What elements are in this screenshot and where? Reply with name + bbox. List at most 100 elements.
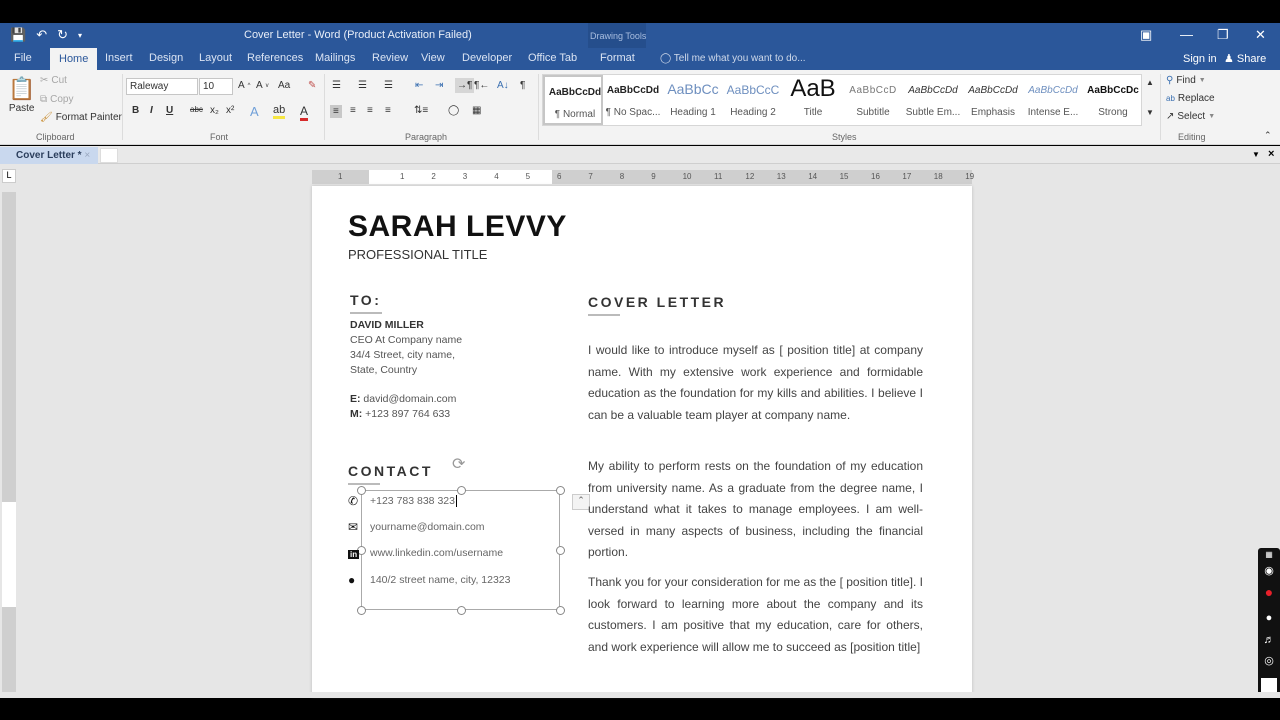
contact-phone[interactable]: ✆ +123 783 838 323 — [348, 494, 457, 508]
save-icon[interactable]: 💾 — [10, 27, 26, 43]
rotate-handle-icon[interactable]: ⟳ — [452, 454, 465, 474]
restore-icon[interactable]: ❐ — [1217, 27, 1229, 43]
document-page[interactable]: SARAH LEVVY PROFESSIONAL TITLE TO: DAVID… — [312, 186, 972, 696]
speaker-icon[interactable]: ♬ — [1261, 634, 1277, 646]
line-spacing-icon[interactable]: ⇅≡ — [414, 105, 428, 116]
sign-in-link[interactable]: Sign in — [1183, 53, 1217, 65]
style-strong[interactable]: AaBbCcDc Strong — [1083, 75, 1143, 125]
doc-tab-cover-letter[interactable]: Cover Letter * × — [0, 147, 98, 164]
resize-handle[interactable] — [556, 486, 565, 495]
contact-linkedin[interactable]: in www.linkedin.com/username — [348, 546, 503, 560]
tab-developer[interactable]: Developer — [462, 52, 512, 64]
shading-icon[interactable]: ◯ — [448, 105, 459, 116]
font-size-select[interactable]: 10 — [199, 78, 233, 95]
webcam-icon[interactable]: ◎ — [1261, 654, 1277, 667]
justify-icon[interactable]: ≡ — [385, 105, 391, 116]
format-painter-button[interactable]: 🖌 Format Painter — [40, 112, 122, 123]
borders-icon[interactable]: ▦ — [472, 105, 481, 116]
numbering-icon[interactable]: ☰ — [358, 80, 367, 91]
style-normal[interactable]: AaBbCcDd ¶ Normal — [543, 75, 603, 125]
select-button[interactable]: ↗ Select ▼ — [1166, 111, 1215, 122]
tab-review[interactable]: Review — [372, 52, 408, 64]
tab-layout[interactable]: Layout — [199, 52, 232, 64]
resize-handle[interactable] — [556, 546, 565, 555]
tab-office-tab[interactable]: Office Tab — [528, 52, 577, 64]
tab-file[interactable]: File — [14, 52, 32, 64]
customize-icon[interactable]: ▾ — [78, 31, 82, 40]
minimize-icon[interactable]: — — [1180, 27, 1193, 42]
increase-indent-icon[interactable]: ⇥ — [435, 80, 443, 91]
close-doc-icon[interactable]: × — [1268, 148, 1274, 160]
align-center-icon[interactable]: ≡ — [350, 105, 356, 116]
replace-button[interactable]: ab Replace — [1166, 93, 1215, 104]
underline-button[interactable]: U — [166, 105, 173, 116]
highlight-icon[interactable]: ab — [273, 104, 286, 119]
style-subtitle[interactable]: AaBbCcD Subtitle — [843, 75, 903, 125]
cover-letter-heading[interactable]: COVER LETTER — [588, 294, 726, 310]
tab-format[interactable]: Format — [600, 52, 635, 64]
bullets-icon[interactable]: ☰ — [332, 80, 341, 91]
letter-paragraph-3[interactable]: Thank you for your consideration for me … — [588, 572, 923, 658]
superscript-button[interactable]: x² — [226, 105, 234, 116]
camera-icon[interactable]: ◉ — [1261, 564, 1277, 577]
font-color-icon[interactable]: A — [300, 104, 309, 121]
tell-me-search[interactable]: ◯ Tell me what you want to do... — [660, 53, 806, 64]
record-icon[interactable]: ● — [1261, 584, 1277, 600]
grow-font-button[interactable]: A ^ — [238, 80, 251, 91]
rtl-icon[interactable]: ¶← — [474, 80, 489, 91]
share-button[interactable]: ♟ Share — [1224, 52, 1266, 65]
close-tab-icon[interactable]: × — [84, 150, 90, 161]
align-left-icon[interactable]: ≡ — [330, 105, 342, 118]
vertical-ruler[interactable] — [2, 192, 16, 692]
font-name-select[interactable]: Raleway — [126, 78, 198, 95]
strikethrough-button[interactable]: abc — [190, 105, 203, 114]
sort-icon[interactable]: A↓ — [497, 80, 509, 91]
styles-scroll-up-icon[interactable]: ▲ — [1146, 78, 1154, 87]
style-intense-emphasis[interactable]: AaBbCcDd Intense E... — [1023, 75, 1083, 125]
letter-paragraph-2[interactable]: My ability to perform rests on the found… — [588, 456, 923, 564]
copy-button[interactable]: ⧉ Copy — [40, 94, 74, 105]
tab-home[interactable]: Home — [50, 48, 98, 70]
recipient-block[interactable]: DAVID MILLER CEO At Company name 34/4 St… — [350, 318, 462, 422]
ribbon-display-icon[interactable]: ▣ — [1140, 27, 1152, 43]
italic-button[interactable]: I — [150, 105, 153, 116]
tab-selector-icon[interactable]: L — [2, 169, 16, 183]
tab-list-icon[interactable]: ▼ — [1252, 150, 1260, 159]
text-effects-icon[interactable]: A — [250, 104, 259, 119]
microphone-icon[interactable]: ● — [1261, 612, 1277, 624]
bold-button[interactable]: B — [132, 105, 139, 116]
shrink-font-button[interactable]: Av — [256, 80, 269, 91]
show-marks-icon[interactable]: ¶ — [520, 80, 525, 91]
align-right-icon[interactable]: ≡ — [367, 105, 373, 116]
horizontal-ruler[interactable]: 1 1 2 3 4 5 6 7 8 9 10 11 12 13 14 15 16 17 18 19 — [312, 170, 974, 184]
style-title[interactable]: AaB Title — [783, 75, 843, 125]
tab-view[interactable]: View — [421, 52, 445, 64]
styles-scroll-down-icon[interactable]: ▼ — [1146, 108, 1154, 117]
find-button[interactable]: ⚲ Find ▼ — [1166, 75, 1206, 86]
style-no-spacing[interactable]: AaBbCcDd ¶ No Spac... — [603, 75, 663, 125]
paste-button[interactable]: 📋 Paste — [8, 76, 35, 114]
style-emphasis[interactable]: AaBbCcDd Emphasis — [963, 75, 1023, 125]
contact-address[interactable]: ● 140/2 street name, city, 12323 — [348, 573, 510, 587]
contact-email[interactable]: ✉ yourname@domain.com — [348, 520, 485, 534]
subscript-button[interactable]: x₂ — [210, 105, 219, 116]
applicant-name[interactable]: SARAH LEVVY — [348, 210, 567, 244]
contact-heading[interactable]: CONTACT — [348, 463, 433, 479]
new-tab-button[interactable] — [100, 148, 118, 163]
tab-mailings[interactable]: Mailings — [315, 52, 355, 64]
close-icon[interactable]: ✕ — [1255, 27, 1266, 43]
ltr-icon[interactable]: →¶ — [455, 78, 475, 93]
letter-paragraph-1[interactable]: I would like to introduce myself as [ po… — [588, 340, 923, 426]
resize-handle[interactable] — [556, 606, 565, 615]
recorder-menu-icon[interactable]: ▦ — [1261, 550, 1277, 559]
tab-insert[interactable]: Insert — [105, 52, 133, 64]
redo-icon[interactable]: ↻ — [57, 27, 68, 43]
tab-references[interactable]: References — [247, 52, 303, 64]
clear-formatting-icon[interactable]: ✎ — [308, 80, 316, 91]
style-heading-2[interactable]: AaBbCcC Heading 2 — [723, 75, 783, 125]
resize-handle[interactable] — [357, 606, 366, 615]
style-heading-1[interactable]: AaBbCc Heading 1 — [663, 75, 723, 125]
decrease-indent-icon[interactable]: ⇤ — [415, 80, 423, 91]
resize-handle[interactable] — [457, 606, 466, 615]
undo-icon[interactable]: ↶ — [36, 27, 47, 43]
